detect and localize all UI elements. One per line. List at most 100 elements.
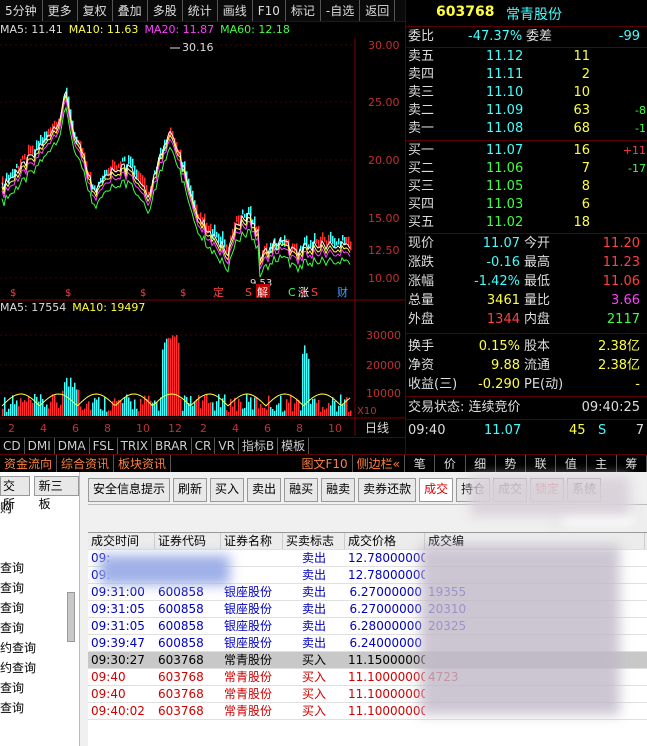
toolbar-button[interactable]: 标记 xyxy=(286,0,321,21)
column-header[interactable]: 买卖标志 xyxy=(283,533,345,549)
column-header[interactable]: 证券代码 xyxy=(155,533,221,549)
toolbar-button[interactable]: 5分钟 xyxy=(0,0,43,21)
toolbar-button[interactable]: 成交 xyxy=(419,478,454,502)
info-tab[interactable]: 图文F10 xyxy=(297,455,353,472)
indicator-tab[interactable]: TRIX xyxy=(118,438,153,454)
volume-bar xyxy=(30,399,32,416)
level-row[interactable]: 买三 11.05 8 xyxy=(406,178,647,196)
indicator-tab[interactable]: DMI xyxy=(25,438,55,454)
toolbar-button[interactable]: 统计 xyxy=(183,0,218,21)
level-row[interactable]: 卖三 11.10 10 xyxy=(406,84,647,102)
level-row[interactable]: 卖一 11.08 68 -1 xyxy=(406,120,647,138)
stat-value: 9.88 xyxy=(491,358,520,373)
toolbar-button[interactable]: -自选 xyxy=(321,0,361,21)
quote-tab[interactable]: 势 xyxy=(496,455,526,472)
trade-status: 交易状态: 连续竞价 09:40:25 xyxy=(406,399,647,417)
nav-item[interactable]: 约查询 xyxy=(0,658,79,678)
volume-bar xyxy=(294,403,296,416)
column-header[interactable]: 证券名称 xyxy=(221,533,283,549)
volume-legend: MA5: 17554 MA10: 19497 xyxy=(0,300,405,316)
quote-tab[interactable]: 价 xyxy=(435,455,466,472)
toolbar-button[interactable]: 返回 xyxy=(360,0,396,21)
level-change: -8 xyxy=(635,104,646,117)
date-tick: 10 xyxy=(328,422,342,435)
nav-tab[interactable]: 交所 xyxy=(0,476,30,511)
table-cell: 常青股份 xyxy=(224,670,273,684)
level-row[interactable]: 买四 11.03 6 xyxy=(406,196,647,214)
nav-item[interactable]: 查询 xyxy=(0,558,79,578)
info-tab[interactable]: 资金流向 xyxy=(0,455,58,472)
volume-bar xyxy=(164,342,166,416)
kline-chart[interactable]: 30.0025.0020.0015.0012.5010.0030.169.53定… xyxy=(0,38,405,436)
level-row[interactable]: 买五 11.02 18 xyxy=(406,214,647,232)
toolbar-button[interactable]: 叠加 xyxy=(113,0,148,21)
info-tab[interactable]: 板块资讯 xyxy=(114,455,172,472)
volume-bar xyxy=(288,402,290,416)
redacted-area xyxy=(420,545,620,715)
toolbar-button[interactable]: 卖出 xyxy=(247,478,282,502)
toolbar-button[interactable]: 安全信息提示 xyxy=(88,478,171,502)
level-label: 卖四 xyxy=(408,67,435,82)
level-row[interactable]: 买一 11.07 16 +11 xyxy=(406,142,647,160)
volume-bar xyxy=(290,395,292,416)
wei-diff-value: -99 xyxy=(618,29,640,44)
nav-tab-neeq[interactable]: 新三板 xyxy=(33,476,79,511)
info-tab[interactable]: 综合资讯 xyxy=(57,455,115,472)
indicator-tab[interactable]: DMA xyxy=(55,438,90,454)
volume-bar xyxy=(272,409,274,416)
toolbar-button[interactable]: 卖券还款 xyxy=(358,478,417,502)
toolbar-button[interactable]: 更多 xyxy=(43,0,78,21)
level-price: 11.03 xyxy=(486,197,524,212)
toolbar-button[interactable]: 融卖 xyxy=(321,478,356,502)
quote-tab[interactable]: 笔 xyxy=(405,455,436,472)
volume-bar xyxy=(310,403,312,416)
ex-date-marker: $ xyxy=(300,288,306,299)
indicator-tab[interactable]: 指标B xyxy=(239,438,279,454)
toolbar-button[interactable]: 复权 xyxy=(78,0,113,21)
indicator-tab[interactable]: FSL xyxy=(90,438,118,454)
indicator-tab[interactable]: BRAR xyxy=(152,438,192,454)
quote-tab[interactable]: 筹 xyxy=(617,455,647,472)
level-row[interactable]: 买二 11.06 7 -17 xyxy=(406,160,647,178)
indicator-tab[interactable]: 模板 xyxy=(278,438,310,454)
toolbar-button[interactable]: 多股 xyxy=(148,0,183,21)
volume-bar xyxy=(212,402,214,416)
level-price: 11.05 xyxy=(486,179,524,194)
stat-row: 换手 0.15% 股本 2.38亿 xyxy=(406,338,647,356)
indicator-tab[interactable]: CD xyxy=(0,438,25,454)
volume-bar xyxy=(172,335,174,416)
volume-bar xyxy=(48,408,50,416)
nav-scrollbar[interactable] xyxy=(67,592,75,642)
table-cell: 09:40 xyxy=(91,687,126,701)
column-header[interactable]: 成交价格 xyxy=(345,533,425,549)
quote-tab[interactable]: 主 xyxy=(587,455,617,472)
level-row[interactable]: 卖二 11.09 63 -8 xyxy=(406,102,647,120)
nav-item[interactable]: 查询 xyxy=(0,678,79,698)
column-header[interactable]: 成交时间 xyxy=(88,533,155,549)
toolbar-button[interactable]: F10 xyxy=(253,0,286,21)
nav-item[interactable]: 查询 xyxy=(0,698,79,718)
stat-label: 量比 xyxy=(524,293,551,308)
quote-tab[interactable]: 值 xyxy=(556,455,587,472)
volume-bar xyxy=(256,397,258,416)
volume-bar xyxy=(122,403,124,416)
toolbar-button[interactable]: 融买 xyxy=(284,478,319,502)
info-tab[interactable]: 侧边栏« xyxy=(353,455,405,472)
level-row[interactable]: 卖四 11.11 2 xyxy=(406,66,647,84)
level-row[interactable]: 卖五 11.12 11 xyxy=(406,48,647,66)
toolbar-button[interactable]: 画线 xyxy=(218,0,253,21)
quote-tab[interactable]: 联 xyxy=(526,455,557,472)
toolbar-button[interactable]: 买入 xyxy=(210,478,245,502)
volume-bar xyxy=(8,408,10,416)
stat-label: PE(动) xyxy=(524,377,564,392)
stat-label: 最高 xyxy=(524,255,551,270)
volume-bar xyxy=(76,389,78,416)
ma-legend: MA5: 11.41 MA10: 11.63 MA20: 11.87 MA60: 12… xyxy=(0,22,405,38)
toolbar-button[interactable]: 刷新 xyxy=(173,478,208,502)
quote-tab[interactable]: 细 xyxy=(466,455,496,472)
indicator-tab[interactable]: CR xyxy=(192,438,216,454)
level-volume: 10 xyxy=(573,85,590,100)
table-cell: 09:31:05 xyxy=(91,602,145,616)
candle xyxy=(106,169,108,175)
indicator-tab[interactable]: VR xyxy=(215,438,239,454)
